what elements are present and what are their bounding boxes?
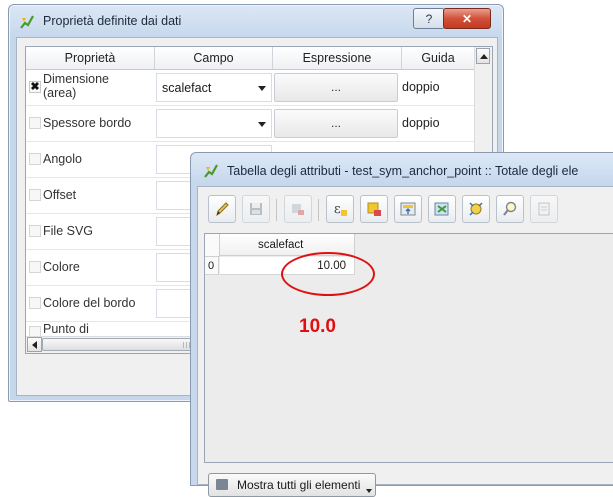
property-label: Offset [43, 188, 77, 202]
invert-selection-icon[interactable] [428, 195, 456, 223]
row-checkbox[interactable] [29, 297, 41, 309]
expression-select-icon[interactable]: ε [326, 195, 354, 223]
property-label: Dimensione (area) [43, 72, 110, 100]
row-checkbox[interactable]: ✖ [29, 81, 41, 93]
window-title: Tabella degli attributi - test_sym_ancho… [227, 164, 579, 178]
field-combobox[interactable] [156, 109, 272, 138]
move-selection-top-icon[interactable] [394, 195, 422, 223]
field-combobox[interactable]: scalefact [156, 73, 272, 102]
grid-corner[interactable] [205, 234, 220, 257]
scroll-left-icon[interactable] [27, 337, 42, 352]
delete-selected-icon[interactable] [284, 195, 312, 223]
zoom-to-selection-icon[interactable] [496, 195, 524, 223]
toolbar: ε [204, 193, 613, 227]
show-all-features-button[interactable]: Mostra tutti gli elementi [208, 473, 376, 497]
row-checkbox[interactable] [29, 153, 41, 165]
property-label: Colore del bordo [43, 296, 136, 310]
chevron-down-icon [258, 86, 266, 91]
titlebar[interactable]: Proprietà definite dai dati ? ✕ [9, 5, 503, 37]
scroll-up-icon[interactable] [476, 48, 490, 64]
edit-pencil-icon[interactable] [208, 195, 236, 223]
help-button[interactable]: ? [413, 8, 445, 29]
deselect-icon[interactable] [360, 195, 388, 223]
copy-rows-icon[interactable] [462, 195, 490, 223]
row-number[interactable]: 0 [205, 257, 219, 275]
chevron-down-icon [366, 489, 372, 493]
attribute-table-window: Tabella degli attributi - test_sym_ancho… [190, 152, 613, 497]
table-row: ✖ Dimensione (area) scalefact ... doppio [26, 70, 474, 106]
toolbar-separator [276, 199, 277, 221]
property-label: Spessore bordo [43, 116, 132, 130]
property-label: Colore [43, 260, 80, 274]
attribute-table-body: ε scalefact 0 10.00 10.0 Mostra tutti gl… [197, 186, 613, 497]
property-label: Angolo [43, 152, 82, 166]
close-button[interactable]: ✕ [443, 8, 491, 29]
save-icon[interactable] [242, 195, 270, 223]
guide-text: doppio [402, 116, 440, 130]
expression-button[interactable]: ... [274, 109, 398, 138]
guide-text: doppio [402, 80, 440, 94]
qgis-app-icon [20, 15, 34, 29]
header-guide[interactable]: Guida [402, 47, 474, 69]
header-expression[interactable]: Espressione [273, 47, 402, 69]
header-field[interactable]: Campo [155, 47, 273, 69]
show-all-label: Mostra tutti gli elementi [237, 478, 361, 492]
row-checkbox[interactable] [29, 225, 41, 237]
titlebar[interactable]: Tabella degli attributi - test_sym_ancho… [191, 153, 613, 185]
table-header: Proprietà Campo Espressione Guida [26, 47, 474, 70]
row-checkbox[interactable] [29, 261, 41, 273]
header-property[interactable]: Proprietà [26, 47, 155, 69]
chevron-down-icon [258, 122, 266, 127]
row-checkbox[interactable] [29, 189, 41, 201]
expression-button[interactable]: ... [274, 73, 398, 102]
row-checkbox[interactable] [29, 117, 41, 129]
svg-text:ε: ε [334, 202, 341, 217]
qgis-app-icon [204, 164, 218, 178]
field-value: scalefact [162, 81, 212, 95]
property-label: Punto di [43, 322, 89, 336]
window-title: Proprietà definite dai dati [43, 14, 182, 28]
annotation-label: 10.0 [299, 316, 336, 337]
toolbar-separator [318, 199, 319, 221]
attribute-grid: scalefact 0 10.00 10.0 [204, 233, 613, 463]
table-row: Spessore bordo ... doppio [26, 106, 474, 142]
highlight-ellipse [281, 252, 375, 296]
property-label: File SVG [43, 224, 94, 238]
filter-icon [216, 479, 228, 490]
new-column-icon[interactable] [530, 195, 558, 223]
